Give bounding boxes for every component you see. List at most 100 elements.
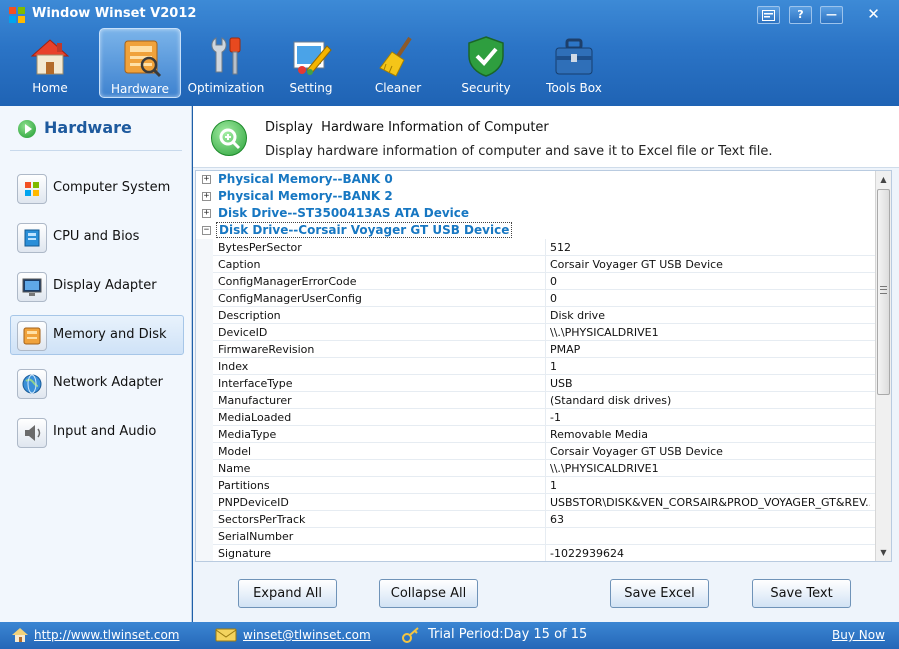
- sidebar-item-label: Input and Audio: [53, 424, 157, 439]
- key-icon: [402, 627, 419, 643]
- property-row[interactable]: Manufacturer (Standard disk drives): [196, 392, 876, 409]
- website-link[interactable]: http://www.tlwinset.com: [34, 628, 180, 642]
- buy-now-link[interactable]: Buy Now: [832, 628, 885, 642]
- tree-section-expanded[interactable]: − Disk Drive--Corsair Voyager GT USB Dev…: [196, 222, 876, 239]
- row-gutter: [196, 494, 213, 511]
- column-divider: [545, 358, 546, 375]
- property-row[interactable]: FirmwareRevision PMAP: [196, 341, 876, 358]
- property-value: Disk drive: [550, 309, 605, 322]
- property-value: Corsair Voyager GT USB Device: [550, 258, 723, 271]
- email-link[interactable]: winset@tlwinset.com: [243, 628, 371, 642]
- row-gutter: [196, 511, 213, 528]
- expand-icon[interactable]: +: [202, 175, 211, 184]
- property-value: (Standard disk drives): [550, 394, 672, 407]
- toolbar-security[interactable]: Security: [445, 28, 527, 98]
- tree-section[interactable]: + Physical Memory--BANK 0: [196, 171, 876, 188]
- toolbar-hardware-label: Hardware: [111, 82, 169, 96]
- property-name: Manufacturer: [218, 394, 292, 407]
- property-row[interactable]: MediaType Removable Media: [196, 426, 876, 443]
- property-name: ConfigManagerUserConfig: [218, 292, 362, 305]
- tree-section[interactable]: + Disk Drive--ST3500413AS ATA Device: [196, 205, 876, 222]
- sidebar-item-memory-disk[interactable]: Memory and Disk: [10, 315, 184, 355]
- close-button[interactable]: ✕: [862, 6, 885, 24]
- minimize-button[interactable]: —: [820, 6, 843, 24]
- property-row[interactable]: BytesPerSector 512: [196, 239, 876, 256]
- sidebar-item-display-adapter[interactable]: Display Adapter: [10, 266, 184, 306]
- property-row[interactable]: Signature -1022939624: [196, 545, 876, 561]
- property-value: 63: [550, 513, 564, 526]
- skin-button[interactable]: [757, 6, 780, 24]
- row-gutter: [196, 324, 213, 341]
- email-icon: [215, 628, 237, 642]
- vertical-scrollbar[interactable]: ▲ ▼: [875, 171, 891, 561]
- row-gutter: [196, 290, 213, 307]
- toolbar-home[interactable]: Home: [9, 28, 91, 98]
- sidebar-item-label: Display Adapter: [53, 278, 157, 293]
- hardware-info-tree[interactable]: + Physical Memory--BANK 0 + Physical Mem…: [195, 170, 892, 562]
- expand-icon[interactable]: +: [202, 209, 211, 218]
- section-title: Physical Memory--BANK 2: [218, 189, 393, 203]
- tree-section[interactable]: + Physical Memory--BANK 2: [196, 188, 876, 205]
- collapse-all-button[interactable]: Collapse All: [379, 579, 478, 608]
- property-row[interactable]: InterfaceType USB: [196, 375, 876, 392]
- grip-icon: [880, 286, 887, 294]
- property-row[interactable]: DeviceID \\.\PHYSICALDRIVE1: [196, 324, 876, 341]
- scroll-up-arrow-icon[interactable]: ▲: [876, 172, 891, 187]
- property-row[interactable]: Model Corsair Voyager GT USB Device: [196, 443, 876, 460]
- hardware-icon: [124, 40, 162, 78]
- sidebar-item-computer-system[interactable]: Computer System: [10, 168, 184, 208]
- main-header: Display Hardware Information of Computer…: [193, 106, 899, 168]
- cpu-icon: [17, 223, 47, 253]
- property-value: 0: [550, 292, 557, 305]
- property-row[interactable]: PNPDeviceID USBSTOR\DISK&VEN_CORSAIR&PROD…: [196, 494, 876, 511]
- toolbar-optimization[interactable]: Optimization: [185, 28, 267, 98]
- property-value: \\.\PHYSICALDRIVE1: [550, 326, 659, 339]
- row-gutter: [196, 528, 213, 545]
- sidebar-item-network-adapter[interactable]: Network Adapter: [10, 363, 184, 403]
- property-value: 1: [550, 360, 557, 373]
- toolbar-setting[interactable]: Setting: [270, 28, 352, 98]
- toolbar-cleaner[interactable]: Cleaner: [357, 28, 439, 98]
- property-row[interactable]: Partitions 1: [196, 477, 876, 494]
- row-gutter: [196, 341, 213, 358]
- sidebar-item-input-audio[interactable]: Input and Audio: [10, 412, 184, 452]
- property-name: PNPDeviceID: [218, 496, 289, 509]
- column-divider: [545, 494, 546, 511]
- row-gutter: [196, 256, 213, 273]
- main-toolbar: Home Hardware Optimization Setting Clean…: [0, 28, 899, 102]
- speaker-icon: [17, 418, 47, 448]
- property-row[interactable]: SerialNumber: [196, 528, 876, 545]
- windows-icon: [17, 174, 47, 204]
- property-row[interactable]: ConfigManagerUserConfig 0: [196, 290, 876, 307]
- status-bar: http://www.tlwinset.com winset@tlwinset.…: [0, 622, 899, 649]
- collapse-icon[interactable]: −: [202, 226, 211, 235]
- optimization-icon: [211, 37, 241, 75]
- row-gutter: [196, 409, 213, 426]
- column-divider: [545, 341, 546, 358]
- expand-all-button[interactable]: Expand All: [238, 579, 337, 608]
- property-value: -1022939624: [550, 547, 624, 560]
- sidebar-item-label: CPU and Bios: [53, 229, 140, 244]
- property-row[interactable]: Name \\.\PHYSICALDRIVE1: [196, 460, 876, 477]
- property-value: Removable Media: [550, 428, 648, 441]
- scroll-down-arrow-icon[interactable]: ▼: [876, 545, 891, 560]
- toolbar-toolsbox[interactable]: Tools Box: [533, 28, 615, 98]
- save-excel-button[interactable]: Save Excel: [610, 579, 709, 608]
- property-name: Signature: [218, 547, 272, 560]
- property-row[interactable]: Index 1: [196, 358, 876, 375]
- property-row[interactable]: Caption Corsair Voyager GT USB Device: [196, 256, 876, 273]
- help-button[interactable]: ?: [789, 6, 812, 24]
- property-row[interactable]: SectorsPerTrack 63: [196, 511, 876, 528]
- save-text-button[interactable]: Save Text: [752, 579, 851, 608]
- setting-icon: [293, 41, 332, 75]
- tree-rows: + Physical Memory--BANK 0 + Physical Mem…: [196, 171, 876, 561]
- expand-icon[interactable]: +: [202, 192, 211, 201]
- property-row[interactable]: MediaLoaded -1: [196, 409, 876, 426]
- property-value: PMAP: [550, 343, 581, 356]
- toolbar-hardware[interactable]: Hardware: [99, 28, 181, 98]
- property-row[interactable]: ConfigManagerErrorCode 0: [196, 273, 876, 290]
- property-value: 1: [550, 479, 557, 492]
- property-row[interactable]: Description Disk drive: [196, 307, 876, 324]
- sidebar-item-cpu-bios[interactable]: CPU and Bios: [10, 217, 184, 257]
- scrollbar-thumb[interactable]: [877, 189, 890, 395]
